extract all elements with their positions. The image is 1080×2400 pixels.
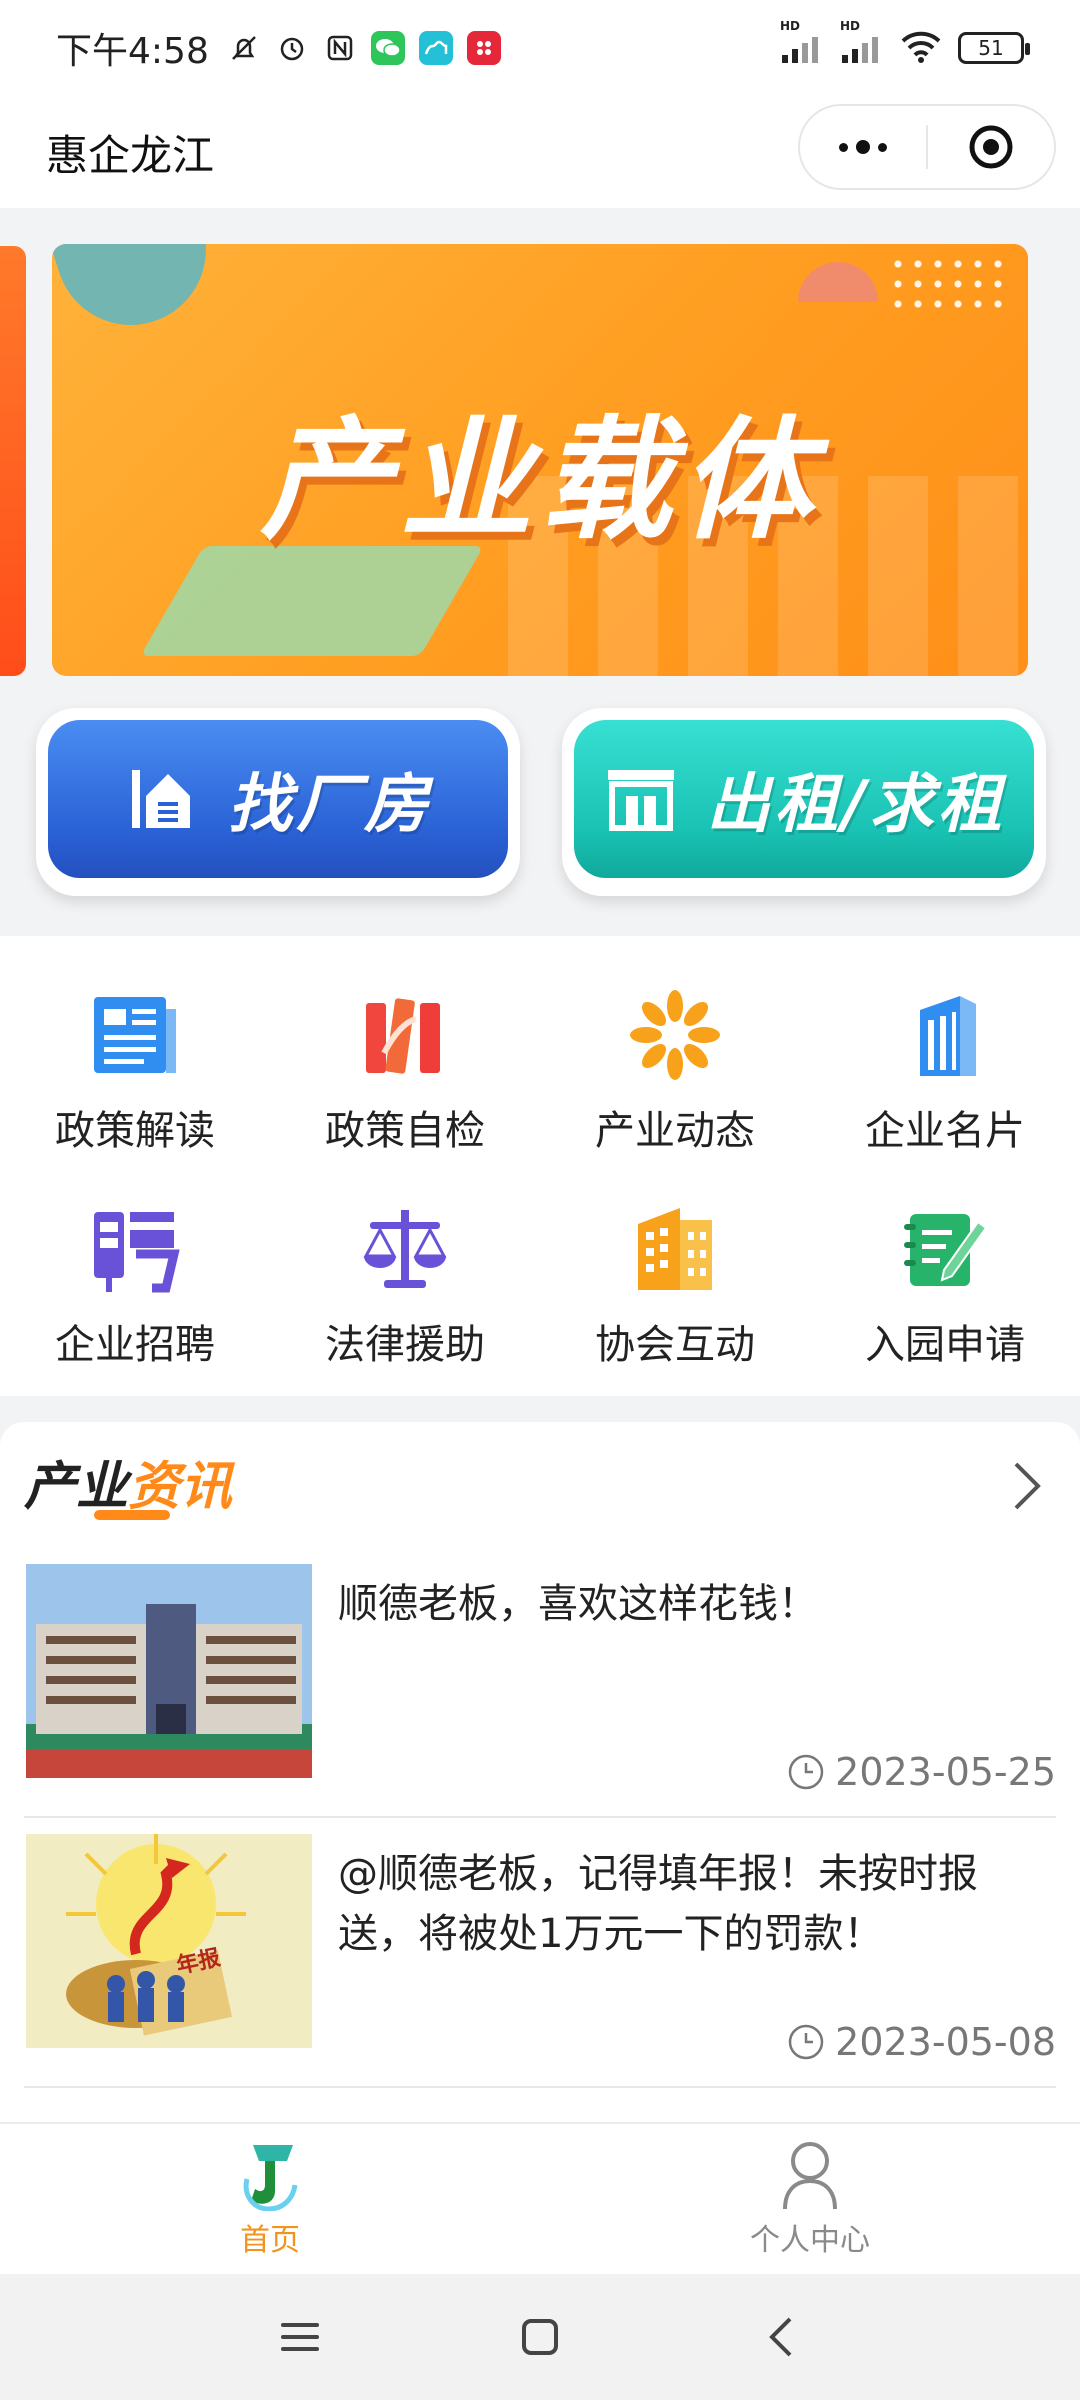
battery-icon: 51 (958, 32, 1030, 64)
wifi-icon (900, 29, 942, 67)
page-title: 惠企龙江 (46, 130, 215, 180)
nfc-icon (323, 31, 357, 65)
leaf-decoration (52, 244, 226, 345)
news-date-text: 2023-05-08 (835, 2020, 1056, 2064)
signal-icon-1: HD (780, 19, 824, 63)
status-notification-icons (227, 31, 501, 65)
menu-item-policy-self-check[interactable]: 政策自检 (270, 950, 540, 1164)
back-chevron-icon (769, 2317, 792, 2357)
menu-label: 产业动态 (595, 1108, 755, 1154)
system-menu-button[interactable] (270, 2307, 330, 2367)
news-title-part1: 产业 (24, 1457, 129, 1517)
menu-lines-icon (281, 2323, 319, 2351)
menu-label: 企业名片 (865, 1108, 1025, 1154)
menu-label: 协会互动 (595, 1322, 755, 1368)
menu-item-association[interactable]: 协会互动 (540, 1164, 810, 1384)
tab-home[interactable]: 首页 (0, 2124, 540, 2274)
close-miniprogram-button[interactable] (928, 106, 1054, 188)
factory-house-icon (132, 770, 190, 828)
news-title-underline (94, 1510, 170, 1520)
status-time: 下午4:58 (56, 31, 209, 72)
news-section-title: 产业资讯 (24, 1444, 232, 1519)
system-navigation-bar (0, 2274, 1080, 2400)
mute-bell-icon (227, 31, 261, 65)
network-type-label: HD (780, 19, 801, 33)
camel-app-icon (418, 31, 453, 65)
books-icon (360, 990, 450, 1080)
news-date: 2023-05-08 (787, 2020, 1056, 2064)
menu-label: 政策自检 (325, 1108, 485, 1154)
nav-bar: 惠企龙江 (0, 96, 1080, 208)
banner-title: 产业载体 (260, 404, 820, 558)
more-button[interactable] (800, 106, 926, 188)
person-icon (783, 2142, 837, 2210)
home-logo-icon (243, 2145, 298, 2211)
rent-lease-label: 出租/求租 (706, 768, 1006, 842)
chevron-right-icon[interactable] (1006, 1456, 1046, 1516)
rent-lease-button[interactable]: 出租/求租 (562, 708, 1046, 896)
miniprogram-capsule (798, 104, 1056, 190)
news-thumbnail-annual-report: 年报 (26, 1834, 312, 2048)
news-date-text: 2023-05-25 (835, 1750, 1056, 1794)
alarm-icon (275, 31, 309, 65)
news-headline: 顺德老板，喜欢这样花钱！ (338, 1581, 818, 1627)
news-item[interactable]: 年报 @顺德老板，记得填年报！未按时报送，将被处1万元一下的罚款！ 2023-0… (24, 1818, 1056, 2088)
battery-level: 51 (978, 36, 1004, 60)
menu-item-policy-interpretation[interactable]: 政策解读 (0, 950, 270, 1164)
news-item[interactable]: 顺德老板，喜欢这样花钱！ 2023-05-25 (24, 1548, 1056, 1818)
menu-item-business-card[interactable]: 企业名片 (810, 950, 1080, 1164)
status-bar: 下午4:58 HD HD 51 (0, 0, 1080, 96)
system-back-button[interactable] (750, 2307, 810, 2367)
banner-area: 产业载体 找厂房 出租/求租 (0, 208, 1080, 936)
menu-label: 企业招聘 (55, 1322, 215, 1368)
tab-bar: 首页 个人中心 (0, 2122, 1080, 2274)
news-header[interactable]: 产业资讯 (0, 1422, 1080, 1548)
recruit-icon (90, 1204, 180, 1294)
clock-icon (788, 2024, 824, 2060)
menu-label: 法律援助 (325, 1322, 485, 1368)
dots-decoration (888, 254, 1008, 314)
tab-profile[interactable]: 个人中心 (540, 2124, 1080, 2274)
more-dots-icon (839, 140, 887, 154)
menu-label: 政策解读 (55, 1108, 215, 1154)
flower-icon (630, 990, 720, 1080)
status-system-icons: HD HD 51 (780, 19, 1030, 67)
find-factory-button[interactable]: 找厂房 (36, 708, 520, 896)
square-home-icon (522, 2319, 558, 2355)
menu-item-legal-aid[interactable]: 法律援助 (270, 1164, 540, 1384)
scales-icon (360, 1204, 450, 1294)
service-grid: 政策解读 政策自检 产业动态 企业名片 企业招聘 法律援助 协会互动 入园申请 (0, 936, 1080, 1396)
menu-item-industry-news[interactable]: 产业动态 (540, 950, 810, 1164)
news-headline: @顺德老板，记得填年报！未按时报送，将被处1万元一下的罚款！ (338, 1851, 978, 1957)
news-title-part2: 资讯 (128, 1457, 233, 1517)
building-icon (900, 990, 990, 1080)
menu-item-recruitment[interactable]: 企业招聘 (0, 1164, 270, 1384)
document-icon (90, 990, 180, 1080)
lamp-decoration (798, 262, 878, 302)
notebook-pen-icon (900, 1204, 990, 1294)
network-type-label: HD (840, 19, 861, 33)
target-close-icon (969, 125, 1013, 169)
industry-news-section: 产业资讯 顺德老板，喜欢这样花钱！ 2023-05-25 年报 @顺德老板，记得… (0, 1422, 1080, 2122)
storefront-icon (608, 770, 675, 831)
menu-item-park-application[interactable]: 入园申请 (810, 1164, 1080, 1384)
signal-icon-2: HD (840, 19, 884, 63)
news-date: 2023-05-25 (787, 1750, 1056, 1794)
clock-icon (788, 1754, 824, 1790)
tab-profile-label: 个人中心 (750, 2223, 870, 2258)
system-home-button[interactable] (510, 2307, 570, 2367)
news-thumbnail-school (26, 1564, 312, 1778)
find-factory-label: 找厂房 (228, 768, 432, 842)
banner-slide[interactable]: 产业载体 (52, 244, 1028, 676)
banner-prev-slide[interactable] (0, 246, 26, 676)
wechat-icon (370, 31, 405, 65)
office-building-icon (630, 1204, 720, 1294)
menu-label: 入园申请 (865, 1322, 1025, 1368)
tab-home-label: 首页 (240, 2223, 300, 2258)
app-icon-red (466, 31, 501, 65)
